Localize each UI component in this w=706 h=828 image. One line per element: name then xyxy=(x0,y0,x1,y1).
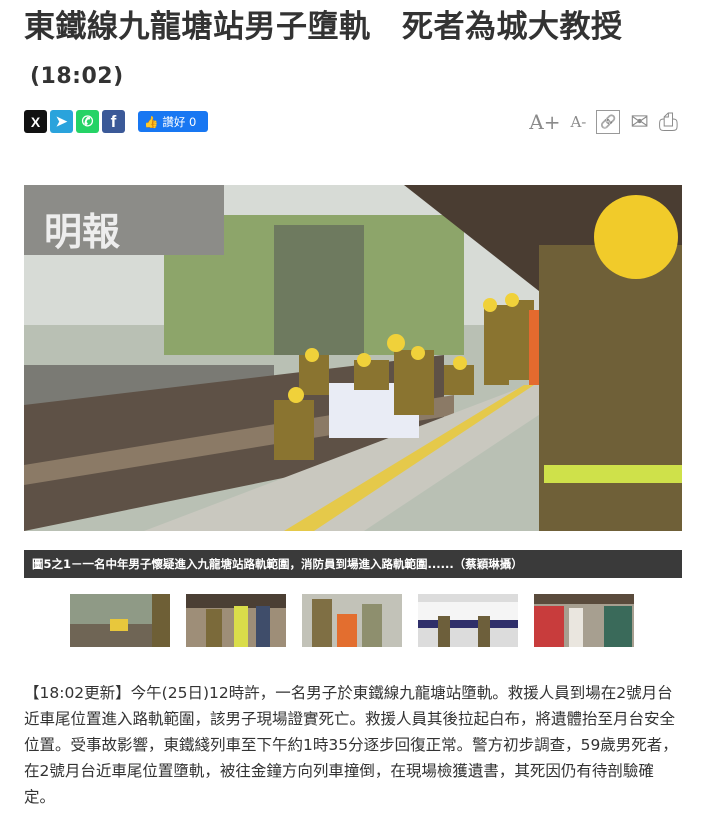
font-increase-icon[interactable]: A+ xyxy=(529,110,560,134)
whatsapp-share-icon[interactable]: ✆ xyxy=(76,110,99,133)
main-photo[interactable]: 明報 xyxy=(24,185,682,531)
headline: 東鐵線九龍塘站男子墮軌 死者為城大教授 (18:02) xyxy=(24,4,694,100)
thumbs-up-icon: 👍 xyxy=(144,114,159,129)
copy-link-icon[interactable]: 🔗 xyxy=(596,110,621,134)
article-body: 【18:02更新】今午(25日)12時許，一名男子於東鐵線九龍塘站墮軌。救援人員… xyxy=(24,684,678,806)
thumbnail-1[interactable] xyxy=(70,594,170,647)
headline-time: (18:02) xyxy=(30,64,124,89)
facebook-like-button[interactable]: 👍 讚好 0 xyxy=(138,111,208,132)
thumbnail-2[interactable] xyxy=(186,594,286,647)
like-label: 讚好 0 xyxy=(162,114,197,129)
headline-title: 東鐵線九龍塘站男子墮軌 死者為城大教授 xyxy=(24,9,623,45)
photo-caption: 圖5之1－一名中年男子懷疑進入九龍塘站路軌範圍，消防員到場進入路軌範圍.....… xyxy=(24,550,682,578)
font-decrease-icon[interactable]: A- xyxy=(570,113,586,131)
link-glyph: 🔗 xyxy=(600,114,617,130)
facebook-share-icon[interactable]: f xyxy=(102,110,125,133)
photo-thumbnails xyxy=(70,594,634,647)
article-tools: A+ A- 🔗 ✉ ⎙ xyxy=(529,108,678,136)
photo-watermark: 明報 xyxy=(44,209,120,254)
share-bar: X ➤ ✆ f xyxy=(24,110,125,134)
x-share-icon[interactable]: X xyxy=(24,110,47,133)
telegram-share-icon[interactable]: ➤ xyxy=(50,110,73,133)
print-icon[interactable]: ⎙ xyxy=(659,108,678,136)
thumbnail-3[interactable] xyxy=(302,594,402,647)
thumbnail-4[interactable] xyxy=(418,594,518,647)
thumbnail-5[interactable] xyxy=(534,594,634,647)
mail-icon[interactable]: ✉ xyxy=(630,110,648,135)
